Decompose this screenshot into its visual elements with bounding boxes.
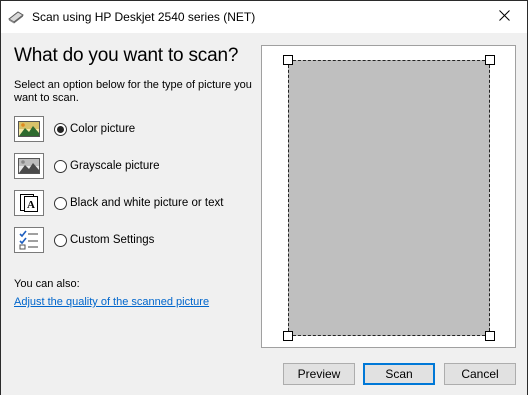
title-bar: Scan using HP Deskjet 2540 series (NET) — [1, 1, 527, 33]
cancel-button[interactable]: Cancel — [444, 363, 516, 385]
preview-area — [261, 45, 516, 348]
option-label[interactable]: Color picture — [70, 123, 135, 135]
custom-settings-icon[interactable] — [14, 227, 44, 253]
option-label[interactable]: Black and white picture or text — [70, 197, 223, 209]
close-button[interactable] — [481, 1, 527, 33]
option-grayscale-picture[interactable]: Grayscale picture — [14, 152, 159, 180]
also-label: You can also: — [14, 278, 80, 290]
radio-grayscale-picture[interactable] — [54, 159, 67, 173]
radio-black-white[interactable] — [54, 196, 67, 210]
grayscale-picture-icon[interactable] — [14, 153, 44, 179]
page-title: What do you want to scan? — [14, 45, 239, 66]
option-color-picture[interactable]: Color picture — [14, 115, 135, 143]
instructions-text: Select an option below for the type of p… — [14, 79, 252, 104]
black-white-text-icon[interactable]: A — [14, 190, 44, 216]
scan-button[interactable]: Scan — [363, 363, 435, 385]
crop-handle-bottom-left[interactable] — [283, 331, 293, 341]
option-label[interactable]: Grayscale picture — [70, 160, 159, 172]
radio-color-picture[interactable] — [54, 122, 67, 136]
radio-custom-settings[interactable] — [54, 233, 67, 247]
crop-handle-top-left[interactable] — [283, 55, 293, 65]
svg-text:A: A — [27, 199, 35, 211]
option-black-white[interactable]: A Black and white picture or text — [14, 189, 223, 217]
option-custom-settings[interactable]: Custom Settings — [14, 226, 154, 254]
scan-region[interactable] — [288, 60, 490, 336]
close-icon — [498, 8, 510, 26]
window-title: Scan using HP Deskjet 2540 series (NET) — [32, 10, 256, 24]
adjust-quality-link[interactable]: Adjust the quality of the scanned pictur… — [14, 296, 209, 308]
preview-button[interactable]: Preview — [283, 363, 355, 385]
color-picture-icon[interactable] — [14, 116, 44, 142]
crop-handle-bottom-right[interactable] — [485, 331, 495, 341]
option-label[interactable]: Custom Settings — [70, 234, 154, 246]
scan-dialog: Scan using HP Deskjet 2540 series (NET) … — [0, 0, 528, 395]
crop-handle-top-right[interactable] — [485, 55, 495, 65]
scanner-icon — [8, 11, 24, 24]
